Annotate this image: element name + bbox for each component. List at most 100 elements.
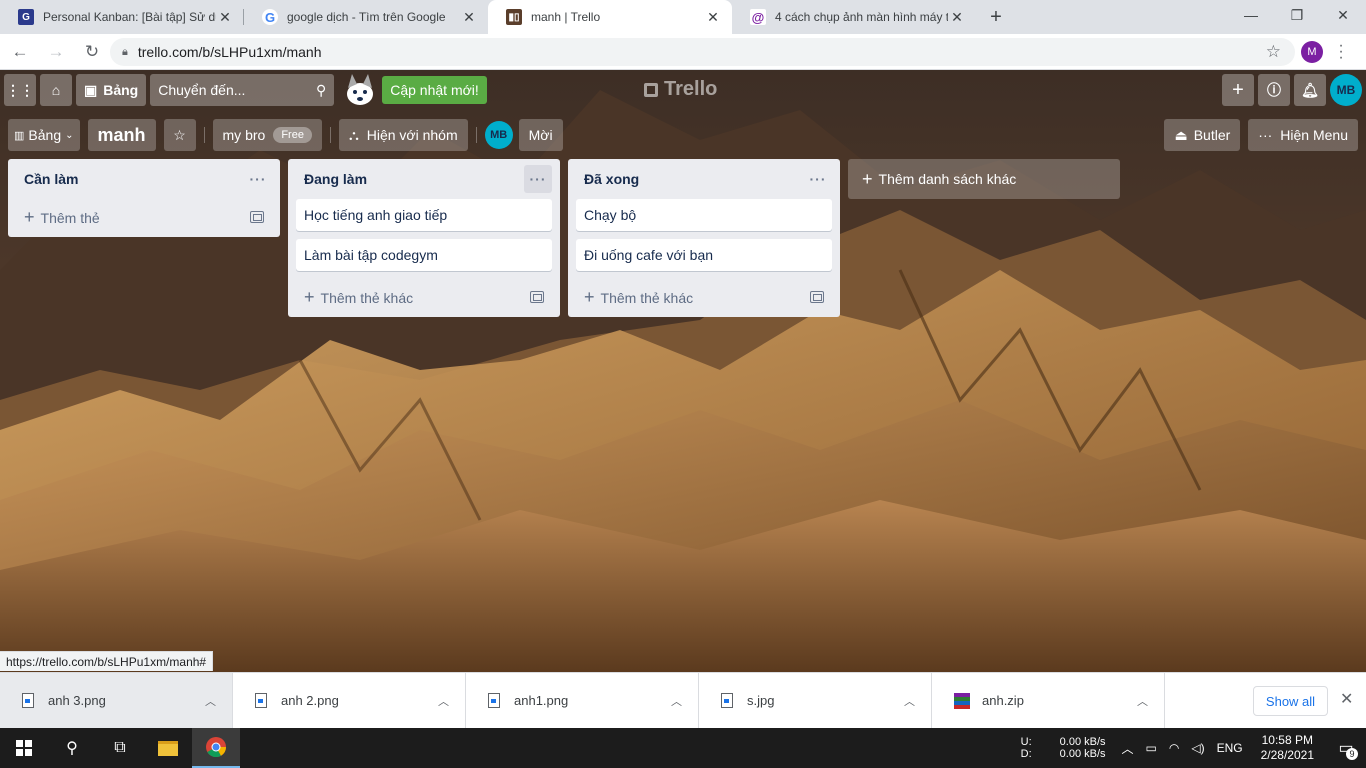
whats-new-button[interactable]: Cập nhật mới! <box>382 76 487 104</box>
taco-mascot-icon[interactable] <box>342 72 378 108</box>
show-menu-button[interactable]: ··· Hiện Menu <box>1248 119 1358 151</box>
add-card-label: Thêm thẻ khác <box>600 289 694 306</box>
info-icon[interactable]: ⓘ <box>1258 74 1290 106</box>
header-divider <box>203 127 205 143</box>
wifi-icon[interactable]: ◠ <box>1169 741 1179 755</box>
card-template-icon[interactable] <box>530 291 544 303</box>
restore-icon[interactable]: ❐ <box>1274 0 1320 30</box>
tab-trello[interactable]: ▮▯ manh | Trello ✕ <box>488 0 732 34</box>
battery-icon[interactable]: ▭ <box>1146 741 1157 755</box>
download-item[interactable]: anh 3.png ︿ <box>0 672 233 729</box>
star-board-icon[interactable]: ☆ <box>163 119 196 151</box>
lock-icon[interactable]: 🔒︎ <box>122 46 128 59</box>
minimize-icon[interactable]: — <box>1228 0 1274 30</box>
list-menu-icon[interactable]: ··· <box>804 165 832 193</box>
add-card-button[interactable]: + Thêm thẻ <box>8 199 280 235</box>
download-filename: anh 3.png <box>48 693 106 708</box>
forward-icon[interactable]: → <box>40 36 72 68</box>
profile-avatar[interactable]: M <box>1301 41 1323 63</box>
back-icon[interactable]: ← <box>4 36 36 68</box>
list-header: Đang làm ··· <box>288 159 560 199</box>
notification-center-icon[interactable]: ▭ 9 <box>1326 728 1366 768</box>
url-field[interactable]: 🔒︎ trello.com/b/sLHPu1xm/manh ☆ <box>110 38 1295 66</box>
search-icon[interactable]: ⚲ <box>48 728 96 768</box>
apps-icon[interactable]: ⋮⋮ <box>4 74 36 106</box>
windows-taskbar: ⚲ ⧉ U: D: 0.00 kB/s 0.00 kB/s ︿ ▭ ◠ ◁) E… <box>0 728 1366 768</box>
more-icon: ··· <box>1258 127 1273 143</box>
list-title[interactable]: Đang làm <box>304 171 367 187</box>
trello-logo-text: Trello <box>664 78 718 100</box>
trello-logo[interactable]: Trello <box>644 78 717 101</box>
address-bar: ← → ↻ 🔒︎ trello.com/b/sLHPu1xm/manh ☆ M … <box>0 34 1366 70</box>
close-tab-icon[interactable]: ✕ <box>704 9 722 26</box>
chevron-up-icon[interactable]: ︿ <box>904 693 915 709</box>
close-tab-icon[interactable]: ✕ <box>948 9 966 26</box>
close-tab-icon[interactable]: ✕ <box>460 9 478 26</box>
trello-icon: ▮▯ <box>506 9 522 25</box>
close-window-icon[interactable]: ✕ <box>1320 0 1366 30</box>
site-icon: @ <box>750 9 766 25</box>
close-tab-icon[interactable]: ✕ <box>216 9 234 26</box>
file-explorer-icon[interactable] <box>144 728 192 768</box>
card-template-icon[interactable] <box>250 211 264 223</box>
team-button[interactable]: my bro Free <box>212 119 322 151</box>
add-card-button[interactable]: + Thêm thẻ khác <box>568 279 840 315</box>
chevron-up-icon[interactable]: ︿ <box>1137 693 1148 709</box>
chevron-up-icon[interactable]: ︿ <box>1122 740 1134 757</box>
home-icon[interactable]: ⌂ <box>40 74 72 106</box>
windows-start-icon[interactable] <box>0 728 48 768</box>
tab-personal-kanban[interactable]: G Personal Kanban: [Bài tập] Sử dụ ✕ <box>0 0 244 34</box>
add-list-button[interactable]: + Thêm danh sách khác <box>848 159 1120 199</box>
list-header: Cần làm ··· <box>8 159 280 199</box>
add-card-button[interactable]: + Thêm thẻ khác <box>288 279 560 315</box>
bell-icon[interactable]: 🔔︎ <box>1294 74 1326 106</box>
list-title[interactable]: Cần làm <box>24 171 78 187</box>
card[interactable]: Làm bài tập codegym <box>296 239 552 271</box>
reload-icon[interactable]: ↻ <box>76 36 108 68</box>
browser-menu-icon[interactable]: · · · <box>1334 38 1348 66</box>
bookmark-star-icon[interactable]: ☆ <box>1266 42 1281 62</box>
trello-header: ⋮⋮ ⌂ ▣ Bảng Chuyển đến... ⚲ Cập nhật mới… <box>0 70 1366 110</box>
tab-title: Personal Kanban: [Bài tập] Sử dụ <box>43 10 216 24</box>
download-item[interactable]: anh.zip ︿ <box>932 672 1165 729</box>
boards-button[interactable]: ▣ Bảng <box>76 74 147 106</box>
browser-tab-strip: G Personal Kanban: [Bài tập] Sử dụ ✕ G g… <box>0 0 1366 34</box>
user-avatar[interactable]: MB <box>1330 74 1362 106</box>
chevron-up-icon[interactable]: ︿ <box>205 693 216 709</box>
search-input[interactable]: Chuyển đến... ⚲ <box>150 74 335 106</box>
board-view-switcher[interactable]: ▥ Bảng ⌄ <box>8 119 80 151</box>
chevron-up-icon[interactable]: ︿ <box>671 693 682 709</box>
download-item[interactable]: anh1.png ︿ <box>466 672 699 729</box>
list-menu-icon[interactable]: ··· <box>244 165 272 193</box>
clock[interactable]: 10:58 PM 2/28/2021 <box>1261 733 1314 763</box>
close-downloads-icon[interactable]: ✕ <box>1340 689 1353 709</box>
show-all-downloads-button[interactable]: Show all <box>1253 686 1328 716</box>
list-title[interactable]: Đã xong <box>584 171 639 187</box>
plus-icon: + <box>24 206 35 227</box>
card[interactable]: Học tiếng anh giao tiếp <box>296 199 552 231</box>
card-template-icon[interactable] <box>810 291 824 303</box>
chrome-icon <box>206 737 227 758</box>
board-name[interactable]: manh <box>87 119 156 151</box>
tab-google-dich[interactable]: G google dịch - Tìm trên Google ✕ <box>244 0 488 34</box>
visibility-button[interactable]: ⛬ Hiện với nhóm <box>338 119 468 151</box>
chrome-taskbar-icon[interactable] <box>192 728 240 768</box>
search-icon: ⚲ <box>315 81 327 98</box>
butler-button[interactable]: ⏏ Butler <box>1164 119 1241 151</box>
tab-chup-anh[interactable]: @ 4 cách chụp ảnh màn hình máy tí ✕ <box>732 0 976 34</box>
card[interactable]: Đi uống cafe với bạn <box>576 239 832 271</box>
task-view-icon[interactable]: ⧉ <box>96 728 144 768</box>
notification-count: 9 <box>1346 748 1358 760</box>
download-item[interactable]: anh 2.png ︿ <box>233 672 466 729</box>
member-avatar[interactable]: MB <box>484 121 513 149</box>
create-plus-icon[interactable]: + <box>1222 74 1254 106</box>
volume-icon[interactable]: ◁) <box>1191 741 1204 755</box>
language-indicator[interactable]: ENG <box>1217 741 1243 755</box>
list-menu-icon[interactable]: ··· <box>524 165 552 193</box>
card[interactable]: Chạy bộ <box>576 199 832 231</box>
download-item[interactable]: s.jpg ︿ <box>699 672 932 729</box>
download-filename: anh1.png <box>514 693 569 708</box>
invite-button[interactable]: Mời <box>518 119 563 151</box>
new-tab-button[interactable]: + <box>982 0 1010 34</box>
chevron-up-icon[interactable]: ︿ <box>438 693 449 709</box>
